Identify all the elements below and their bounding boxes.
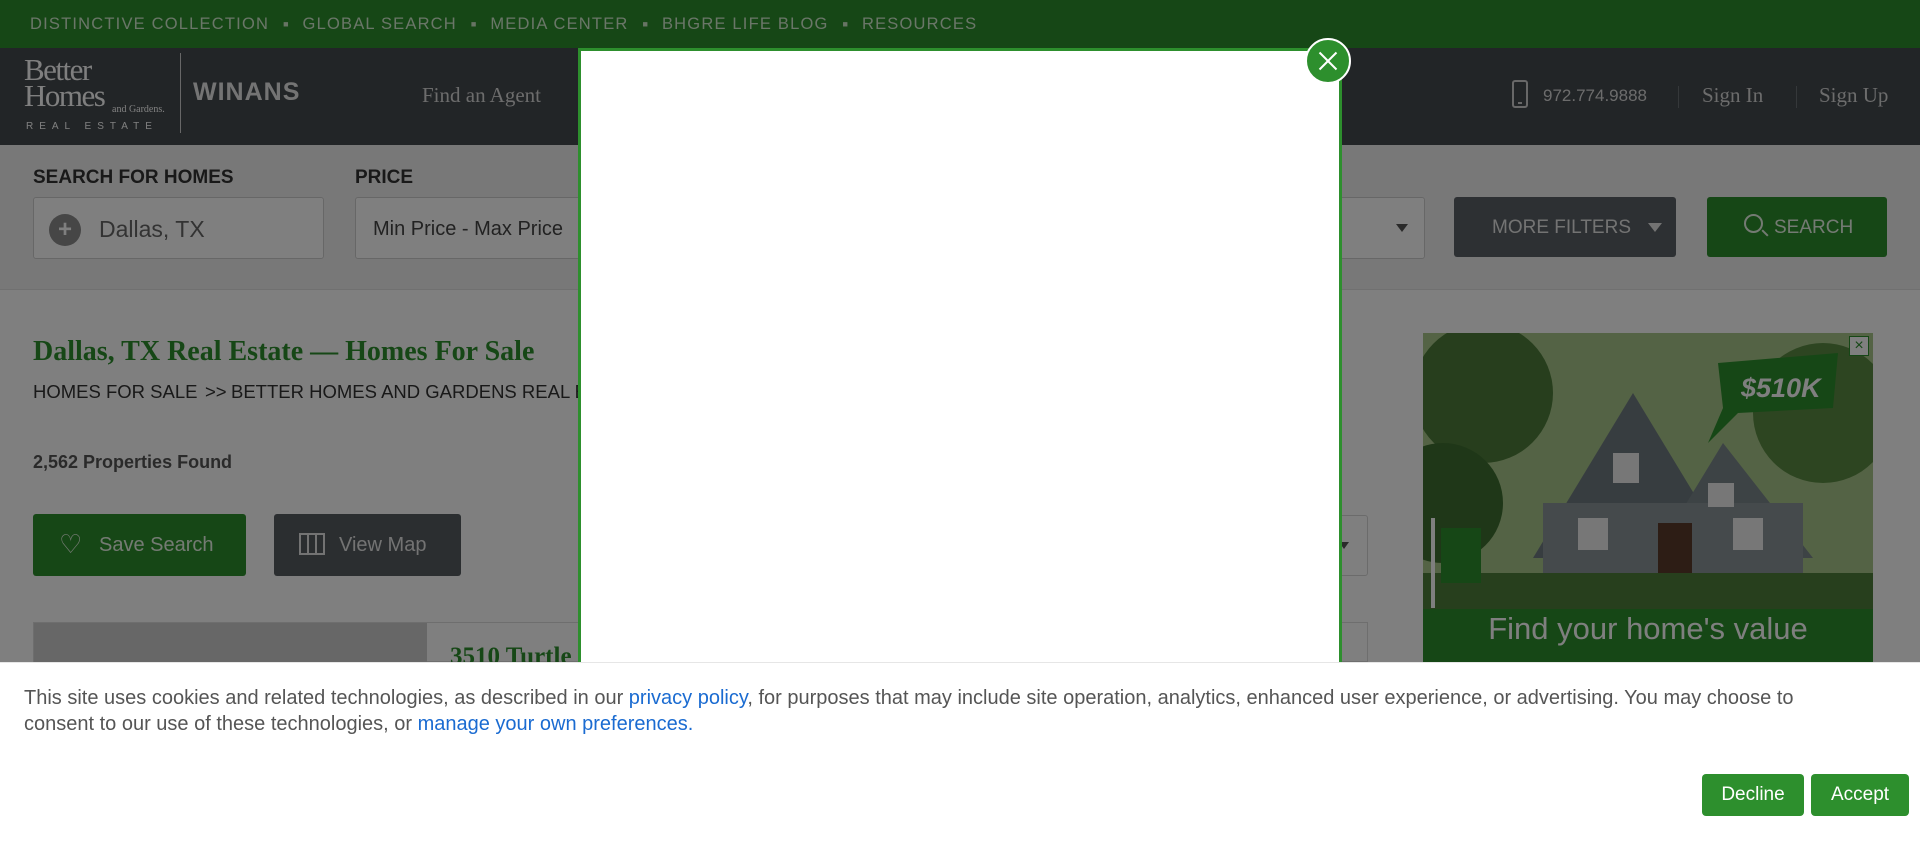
cookie-text-part3: consent to our use of these technologies… [24,713,418,735]
cookie-text-part1: This site uses cookies and related techn… [24,687,629,709]
cookie-text-part2: , for purposes that may include site ope… [747,687,1794,709]
cookie-text-part4: . [687,713,694,735]
privacy-policy-link[interactable]: privacy policy [629,687,748,709]
manage-preferences-link[interactable]: manage your own preferences [418,713,688,735]
close-icon[interactable] [1305,38,1351,84]
decline-button[interactable]: Decline [1702,774,1804,816]
popup-modal [578,48,1342,668]
cookie-message: This site uses cookies and related techn… [24,685,1920,737]
accept-button[interactable]: Accept [1811,774,1909,816]
cookie-consent-banner: This site uses cookies and related techn… [0,662,1920,846]
